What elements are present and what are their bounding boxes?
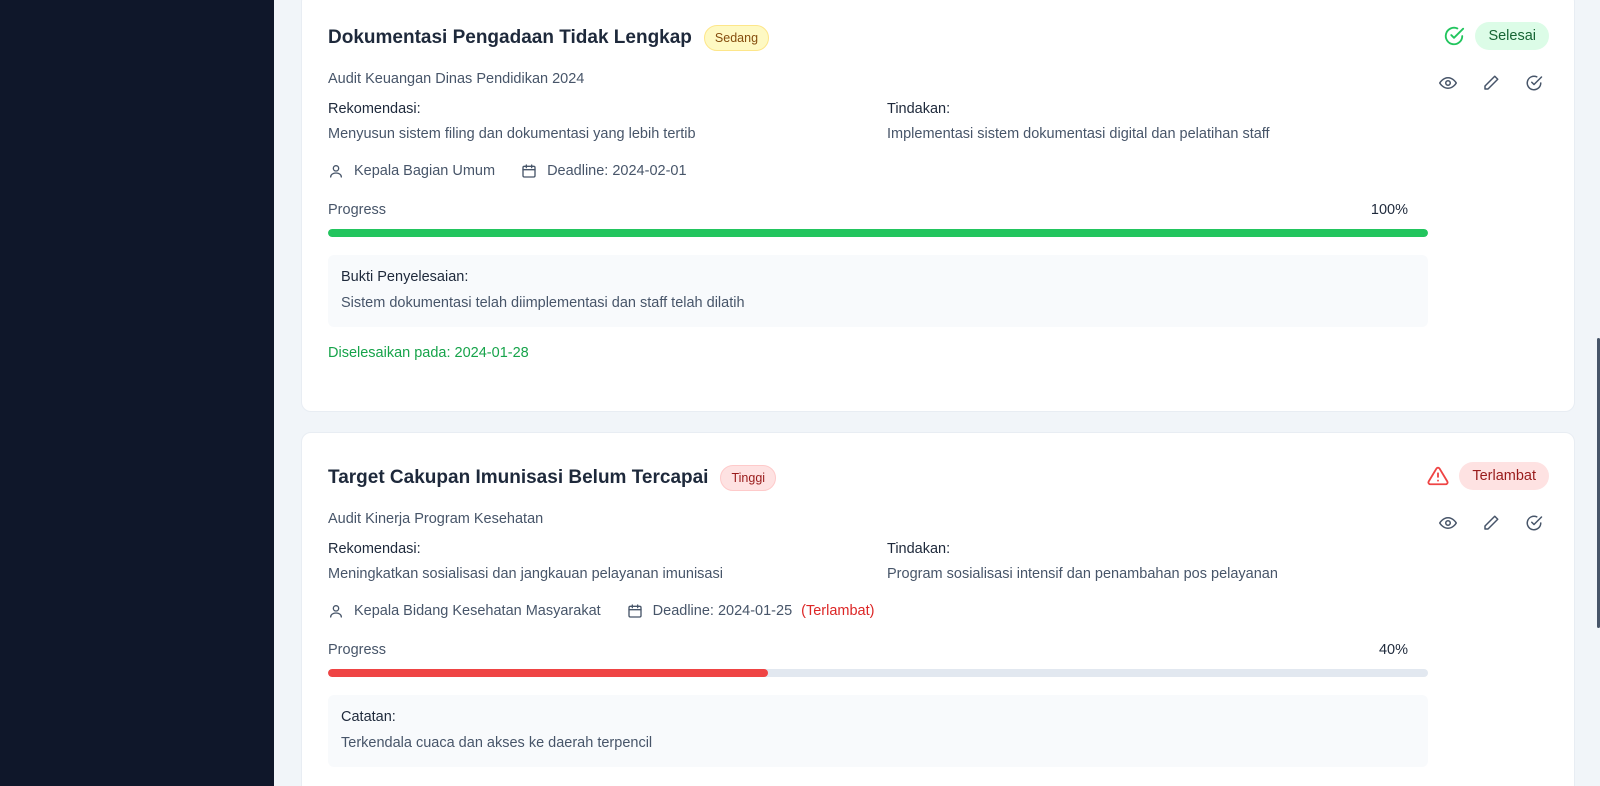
edit-icon[interactable] xyxy=(1482,514,1500,532)
audit-name: Audit Kinerja Program Kesehatan xyxy=(328,511,544,527)
action-buttons xyxy=(1439,514,1543,532)
action-buttons xyxy=(1439,74,1543,92)
deadline: Deadline: 2024-02-01 xyxy=(547,163,687,179)
finding-title: Target Cakupan Imunisasi Belum Tercapai xyxy=(328,467,709,488)
progress-label: Progress xyxy=(328,642,387,658)
responsible-person: Kepala Bidang Kesehatan Masyarakat xyxy=(354,603,601,619)
main-content: Dokumentasi Pengadaan Tidak Lengkap Seda… xyxy=(274,0,1600,786)
meta-row: Kepala Bagian Umum Deadline: 2024-02-01 xyxy=(328,163,687,179)
progress-fill xyxy=(328,229,1428,237)
scrollbar[interactable] xyxy=(1594,0,1600,786)
evidence-text: Sistem dokumentasi telah diimplementasi … xyxy=(341,295,745,311)
finding-header: Dokumentasi Pengadaan Tidak Lengkap Seda… xyxy=(328,25,770,51)
audit-name: Audit Keuangan Dinas Pendidikan 2024 xyxy=(328,71,585,87)
finding-header: Target Cakupan Imunisasi Belum Tercapai … xyxy=(328,465,777,491)
alert-triangle-icon xyxy=(1427,465,1449,487)
edit-icon[interactable] xyxy=(1482,74,1500,92)
calendar-icon xyxy=(627,603,643,619)
notes-text: Terkendala cuaca dan akses ke daerah ter… xyxy=(341,735,653,751)
recommendation-text: Meningkatkan sosialisasi dan jangkauan p… xyxy=(328,566,723,582)
user-icon xyxy=(328,603,344,619)
recommendation-text: Menyusun sistem filing dan dokumentasi y… xyxy=(328,126,696,142)
finding-card: Target Cakupan Imunisasi Belum Tercapai … xyxy=(301,432,1575,786)
priority-badge: Sedang xyxy=(703,25,770,51)
calendar-icon xyxy=(521,163,537,179)
status-area: Selesai xyxy=(1443,22,1549,50)
progress-bar xyxy=(328,669,1428,677)
view-icon[interactable] xyxy=(1439,514,1457,532)
responsible-person: Kepala Bagian Umum xyxy=(354,163,496,179)
action-text: Program sosialisasi intensif dan penamba… xyxy=(887,566,1278,582)
status-badge: Terlambat xyxy=(1459,462,1549,490)
action-text: Implementasi sistem dokumentasi digital … xyxy=(887,126,1270,142)
progress-fill xyxy=(328,669,768,677)
complete-icon[interactable] xyxy=(1525,514,1543,532)
recommendation-label: Rekomendasi: xyxy=(328,101,421,117)
finding-card: Dokumentasi Pengadaan Tidak Lengkap Seda… xyxy=(301,0,1575,412)
check-circle-icon xyxy=(1443,25,1465,47)
notes-box: Catatan: Terkendala cuaca dan akses ke d… xyxy=(328,695,1428,767)
priority-badge: Tinggi xyxy=(720,465,777,491)
evidence-box: Bukti Penyelesaian: Sistem dokumentasi t… xyxy=(328,255,1428,327)
evidence-title: Bukti Penyelesaian: xyxy=(341,269,469,285)
progress-value: 40% xyxy=(1378,642,1408,658)
user-icon xyxy=(328,163,344,179)
complete-icon[interactable] xyxy=(1525,74,1543,92)
sidebar xyxy=(0,0,274,786)
notes-title: Catatan: xyxy=(341,709,396,725)
view-icon[interactable] xyxy=(1439,74,1457,92)
completed-date: Diselesaikan pada: 2024-01-28 xyxy=(328,345,529,361)
action-label: Tindakan: xyxy=(887,541,951,557)
progress-label: Progress xyxy=(328,202,387,218)
recommendation-label: Rekomendasi: xyxy=(328,541,421,557)
progress-value: 100% xyxy=(1370,202,1408,218)
deadline: Deadline: 2024-01-25 xyxy=(652,603,793,619)
status-badge: Selesai xyxy=(1475,22,1549,50)
finding-title: Dokumentasi Pengadaan Tidak Lengkap xyxy=(328,27,692,48)
overdue-label: (Terlambat) xyxy=(801,603,875,619)
status-area: Terlambat xyxy=(1427,462,1549,490)
meta-row: Kepala Bidang Kesehatan Masyarakat Deadl… xyxy=(328,603,874,619)
progress-bar xyxy=(328,229,1428,237)
action-label: Tindakan: xyxy=(887,101,951,117)
